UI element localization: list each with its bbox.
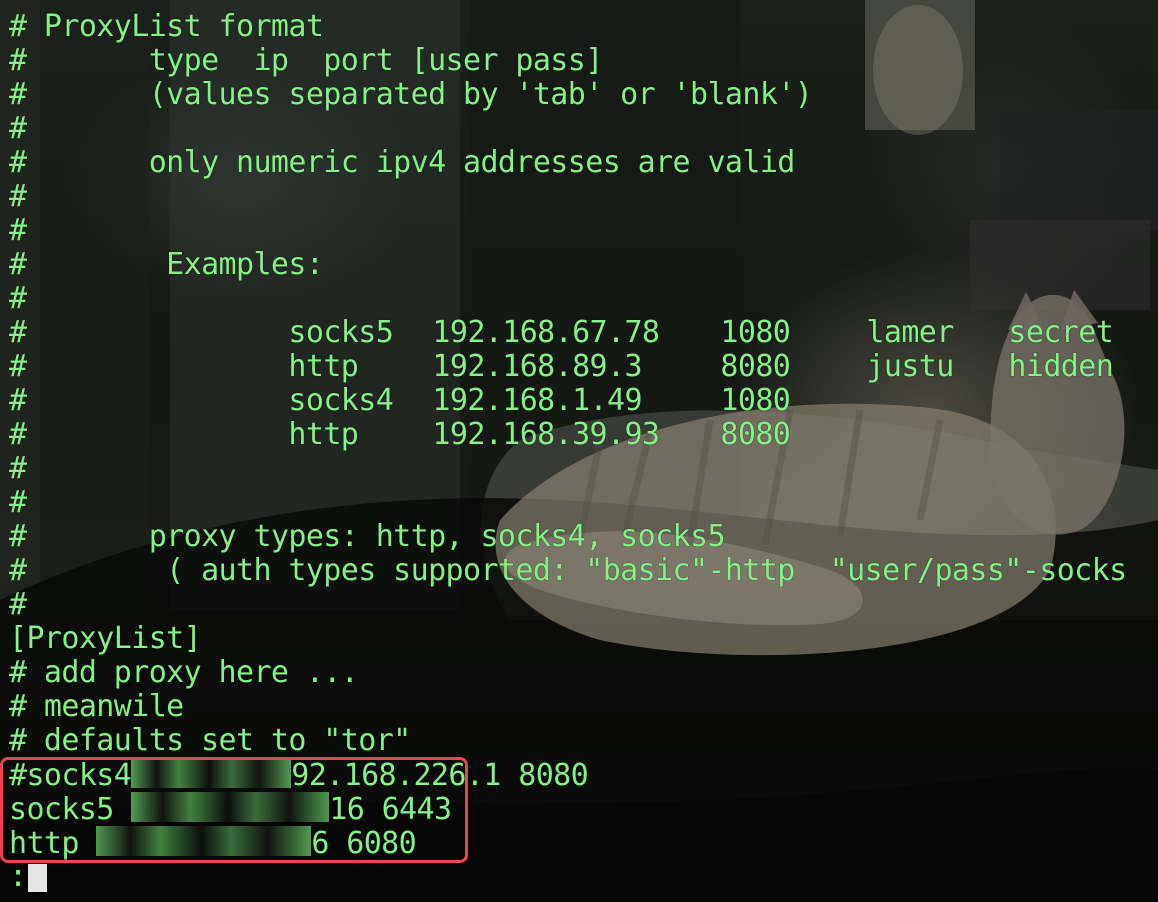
text-cursor[interactable] [28,864,48,892]
auth-types-line: # ( auth types supported: "basic"-http "… [9,553,1127,588]
defaults-comment: # defaults set to "tor" [9,723,411,758]
example-ip: 192.168.67.78 [432,315,660,350]
example-type: socks5 [288,315,394,350]
example-ip: 192.168.89.3 [432,349,642,384]
comment-blank-line: # [9,451,27,486]
comment-blank-line: # [9,281,27,316]
comment-blank-line: # [9,111,27,146]
proxy-list-section: [ProxyList] [9,621,202,656]
comment-blank-line: # [9,587,27,622]
command-prompt-line[interactable]: : [9,860,1127,894]
proxy-types-line: # proxy types: http, socks4, socks5 [9,519,726,554]
example-prefix: # [9,383,289,418]
example-pass: secret [1008,315,1114,350]
command-prompt: : [9,859,27,894]
example-pass: hidden [1008,349,1114,384]
example-proxy-line: # socks5 192.168.67.78 1080 lamer secret [9,316,1127,350]
example-ip: 192.168.1.49 [432,383,642,418]
example-type: http [288,349,359,384]
example-port: 8080 [720,417,791,452]
example-ip: 192.168.39.93 [432,417,660,452]
example-type: socks4 [288,383,394,418]
add-proxy-comment: # add proxy here ... [9,655,359,690]
examples-title-line: # Examples: [9,247,324,282]
comment-blank-line: # [9,485,27,520]
example-type: http [288,417,359,452]
terminal-window[interactable]: # ProxyList format # type ip port [user … [0,0,1158,902]
example-user: lamer [866,315,954,350]
example-prefix: # [9,349,289,384]
format-line: # type ip port [user pass] [9,43,603,78]
comment-blank-line: # [9,179,27,214]
meanwhile-comment: # meanwile [9,689,184,724]
example-proxy-line: # http 192.168.39.93 8080 [9,418,1127,452]
example-port: 1080 [720,383,791,418]
config-header-line: # ProxyList format [9,9,324,44]
example-prefix: # [9,315,289,350]
example-prefix: # [9,417,289,452]
example-port: 8080 [720,349,791,384]
separator-line: # (values separated by 'tab' or 'blank') [9,77,813,112]
example-user: justu [866,349,954,384]
comment-blank-line: # [9,213,27,248]
ipv4-note-line: # only numeric ipv4 addresses are valid [9,145,795,180]
example-proxy-line: # socks4 192.168.1.49 1080 [9,384,1127,418]
example-proxy-line: # http 192.168.89.3 8080 justu hidden [9,350,1127,384]
example-port: 1080 [720,315,791,350]
proxy-entries-highlight [0,757,468,863]
